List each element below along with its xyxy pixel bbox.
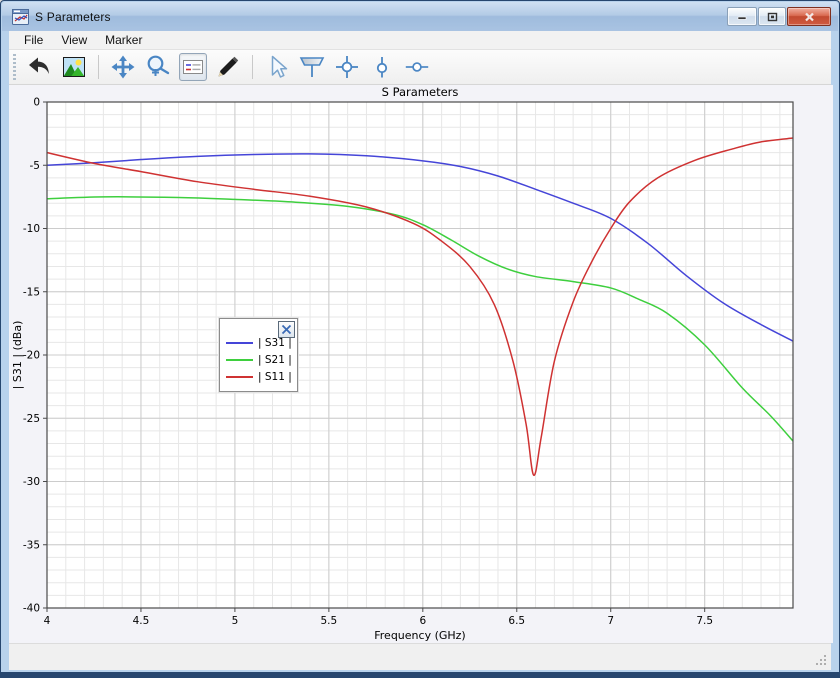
legend-entries: | S31 | | S21 | | S11 | bbox=[226, 334, 293, 385]
y-tick-label: -10 bbox=[23, 223, 40, 235]
y-tick-label: -20 bbox=[23, 350, 40, 362]
title-bar[interactable]: S Parameters bbox=[2, 2, 838, 31]
edit-pencil-button[interactable] bbox=[214, 53, 242, 81]
window-controls bbox=[727, 7, 831, 26]
edit-pencil-icon bbox=[215, 54, 241, 80]
y-tick-label: -30 bbox=[23, 476, 40, 488]
cursor-button[interactable] bbox=[263, 53, 291, 81]
app-icon bbox=[12, 9, 29, 25]
marker-crosshair-icon bbox=[334, 54, 360, 80]
save-image-icon bbox=[61, 54, 87, 80]
chart-title: S Parameters bbox=[382, 85, 459, 99]
window-title: S Parameters bbox=[35, 10, 111, 24]
menu-view[interactable]: View bbox=[52, 31, 96, 49]
legend-line-sample bbox=[226, 342, 253, 344]
legend-entry-label: | S31 | bbox=[258, 337, 292, 349]
cursor-arrow-icon bbox=[264, 54, 290, 80]
legend-entry: | S11 | bbox=[226, 368, 293, 385]
close-button[interactable] bbox=[787, 7, 831, 26]
maximize-icon bbox=[767, 12, 778, 22]
resize-grip[interactable] bbox=[815, 654, 828, 667]
zoom-button[interactable] bbox=[144, 53, 172, 81]
marker-vline-button[interactable] bbox=[368, 53, 396, 81]
zoom-icon bbox=[145, 54, 171, 80]
chart-figure: 4 4.5 5 5.5 6 6.5 7 7.5 0 -5 -10 -15 -20 -25 -30 -35 -40… bbox=[9, 85, 833, 643]
maximize-button[interactable] bbox=[758, 7, 786, 26]
minimize-icon bbox=[737, 12, 747, 21]
plot-svg[interactable]: 4 4.5 5 5.5 6 6.5 7 7.5 0 -5 -10 -15 -20 -25 -30 -35 -40… bbox=[9, 85, 833, 643]
toolbar-separator-2 bbox=[252, 55, 253, 79]
x-tick-label: 7.5 bbox=[696, 615, 713, 627]
marker-hline-icon bbox=[403, 54, 431, 80]
y-axis-label: | S31 | (dBa) bbox=[11, 321, 24, 390]
y-tick-label: -25 bbox=[23, 413, 40, 425]
marker-vline-icon bbox=[371, 54, 393, 80]
window-bottom-edge bbox=[1, 672, 839, 677]
legend-entry-label: | S21 | bbox=[258, 354, 292, 366]
y-tick-label: -40 bbox=[23, 603, 40, 615]
pan-button[interactable] bbox=[109, 53, 137, 81]
toolbar-separator bbox=[98, 55, 99, 79]
close-icon bbox=[804, 12, 815, 22]
legend-close-button[interactable] bbox=[278, 321, 295, 338]
y-tick-label: 0 bbox=[33, 97, 40, 109]
legend-line-sample bbox=[226, 359, 253, 361]
legend-toggle-button[interactable] bbox=[179, 53, 207, 81]
toolbar bbox=[9, 50, 831, 85]
x-tick-label: 7 bbox=[607, 615, 614, 627]
y-tick-label: -15 bbox=[23, 286, 40, 298]
marker-flag-button[interactable] bbox=[298, 53, 326, 81]
legend-toggle-icon bbox=[181, 55, 205, 79]
y-tick-label: -5 bbox=[30, 160, 40, 172]
toolbar-grip[interactable] bbox=[13, 54, 16, 80]
menu-file[interactable]: File bbox=[15, 31, 52, 49]
marker-crosshair-button[interactable] bbox=[333, 53, 361, 81]
x-tick-label: 6.5 bbox=[508, 615, 525, 627]
legend-close-icon bbox=[281, 324, 292, 335]
x-tick-label: 4.5 bbox=[133, 615, 150, 627]
x-tick-label: 4 bbox=[44, 615, 51, 627]
application-window: S Parameters File View Marker bbox=[0, 0, 840, 678]
pan-icon bbox=[110, 54, 136, 80]
legend-entry-label: | S11 | bbox=[258, 371, 292, 383]
x-tick-label: 5.5 bbox=[321, 615, 338, 627]
legend-entry: | S21 | bbox=[226, 351, 293, 368]
menu-marker[interactable]: Marker bbox=[96, 31, 151, 49]
chart-legend[interactable]: | S31 | | S21 | | S11 | bbox=[219, 318, 298, 392]
status-bar bbox=[9, 643, 831, 670]
window-frame: S Parameters File View Marker bbox=[0, 0, 840, 678]
undo-arrow-icon bbox=[26, 54, 52, 80]
marker-hline-button[interactable] bbox=[403, 53, 431, 81]
x-tick-label: 6 bbox=[419, 615, 426, 627]
save-image-button[interactable] bbox=[60, 53, 88, 81]
x-axis-label: Frequency (GHz) bbox=[374, 629, 465, 642]
legend-line-sample bbox=[226, 376, 253, 378]
undo-button[interactable] bbox=[25, 53, 53, 81]
menu-bar: File View Marker bbox=[9, 31, 831, 50]
minimize-button[interactable] bbox=[727, 7, 757, 26]
x-tick-label: 5 bbox=[232, 615, 239, 627]
y-tick-label: -35 bbox=[23, 539, 40, 551]
marker-flag-icon bbox=[298, 54, 326, 80]
